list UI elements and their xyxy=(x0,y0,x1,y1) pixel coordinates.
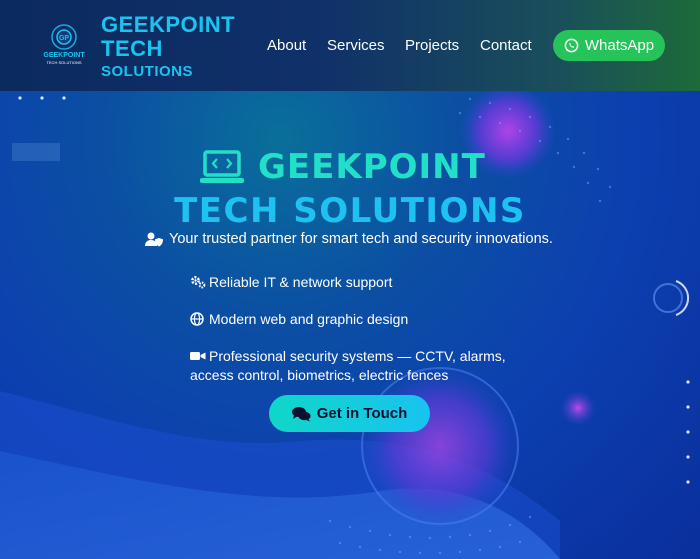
geekpoint-logo-icon[interactable]: GP GEEKPOINT TECH SOLUTIONS xyxy=(38,20,90,70)
hero-title-line-1: GEEKPOINT xyxy=(200,147,486,187)
get-in-touch-button[interactable]: Get in Touch xyxy=(269,395,430,432)
svg-text:GEEKPOINT: GEEKPOINT xyxy=(43,52,85,59)
brand-line-2: TECH xyxy=(101,36,163,61)
feature-text-security-line2: access control, biometrics, electric fen… xyxy=(190,367,449,383)
brand-name[interactable]: GEEKPOINT TECH SOLUTIONS xyxy=(101,12,236,80)
hero-title-text-1: GEEKPOINT xyxy=(258,147,486,187)
svg-text:GP: GP xyxy=(59,35,69,42)
user-shield-icon xyxy=(145,232,163,246)
comments-icon xyxy=(291,406,311,421)
nav-link-services[interactable]: Services xyxy=(327,37,385,54)
whatsapp-button[interactable]: WhatsApp xyxy=(553,30,665,61)
brand-line-3: SOLUTIONS xyxy=(101,63,194,80)
whatsapp-icon xyxy=(564,38,579,53)
feature-text-web-design: Modern web and graphic design xyxy=(209,311,409,327)
feature-text-it-support: Reliable IT & network support xyxy=(209,274,393,290)
hero-tagline-text: Your trusted partner for smart tech and … xyxy=(169,231,553,247)
nav-link-contact[interactable]: Contact xyxy=(480,37,532,54)
hero-title-line-2: TECH SOLUTIONS xyxy=(174,191,526,231)
hero-section: GEEKPOINT TECH SOLUTIONS Your trusted pa… xyxy=(0,91,700,559)
video-camera-icon xyxy=(190,352,206,360)
globe-icon xyxy=(190,312,204,326)
feature-item-it-support: Reliable IT & network support xyxy=(190,273,392,292)
whatsapp-label: WhatsApp xyxy=(584,37,655,54)
nav-link-about[interactable]: About xyxy=(267,37,306,54)
cogs-icon xyxy=(191,276,206,289)
hero-tagline: Your trusted partner for smart tech and … xyxy=(145,231,553,247)
laptop-code-icon xyxy=(200,150,244,183)
brand-line-1: GEEKPOINT xyxy=(101,12,236,37)
nav-link-projects[interactable]: Projects xyxy=(405,37,459,54)
feature-item-web-design: Modern web and graphic design xyxy=(190,310,408,329)
svg-text:TECH SOLUTIONS: TECH SOLUTIONS xyxy=(46,60,81,65)
feature-text-security-line1: Professional security systems — CCTV, al… xyxy=(209,348,506,364)
site-header: GP GEEKPOINT TECH SOLUTIONS GEEKPOINT TE… xyxy=(0,0,700,91)
get-in-touch-label: Get in Touch xyxy=(316,405,408,422)
feature-item-security-systems: Professional security systems — CCTV, al… xyxy=(190,347,506,385)
